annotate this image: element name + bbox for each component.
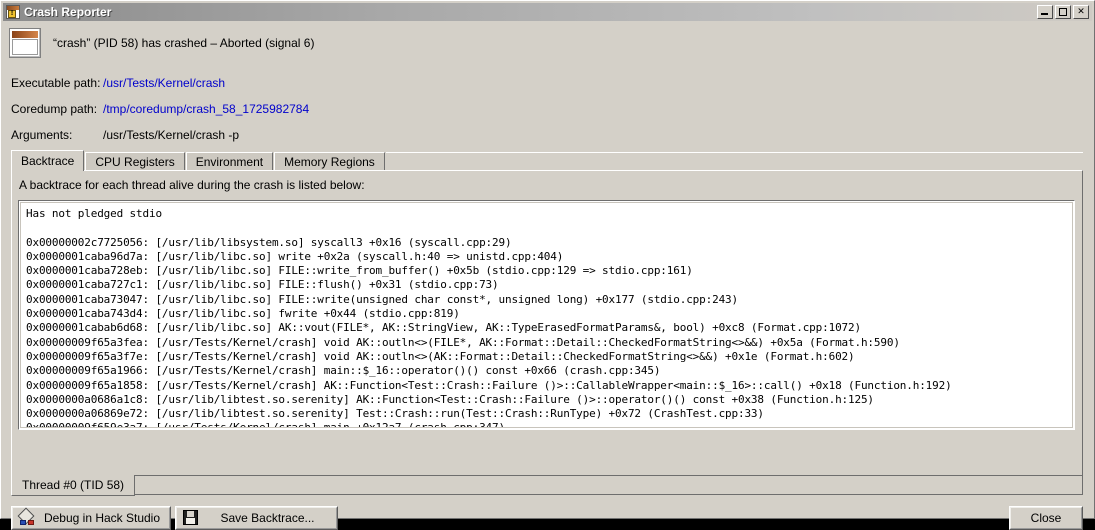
backtrace-tab-panel: A backtrace for each thread alive during… xyxy=(11,170,1083,476)
info-rows: Executable path: /usr/Tests/Kernel/crash… xyxy=(11,70,1071,148)
main-tab-bar: Backtrace CPU Registers Environment Memo… xyxy=(11,150,1083,171)
hack-studio-icon xyxy=(19,510,35,526)
tab-backtrace-label: Backtrace xyxy=(21,154,74,168)
backtrace-line: Has not pledged stdio xyxy=(26,207,1067,221)
thread-tab-0-label: Thread #0 (TID 58) xyxy=(22,478,124,492)
backtrace-line: 0x0000000a06869e72: [/usr/lib/libtest.so… xyxy=(26,407,1067,421)
close-icon: ✕ xyxy=(1074,6,1088,18)
crash-window-icon: ! xyxy=(6,5,20,19)
floppy-disk-icon xyxy=(183,510,199,526)
executable-path-value[interactable]: /usr/Tests/Kernel/crash xyxy=(103,76,225,90)
arguments-row: Arguments: /usr/Tests/Kernel/crash -p xyxy=(11,122,1071,148)
close-button[interactable]: Close xyxy=(1009,506,1083,530)
thread-tab-bar-filler xyxy=(135,475,1083,495)
backtrace-textbox[interactable]: Has not pledged stdio 0x00000002c7725056:… xyxy=(18,200,1075,430)
tab-backtrace[interactable]: Backtrace xyxy=(11,150,84,171)
backtrace-line: 0x0000000a0686a1c8: [/usr/lib/libtest.so… xyxy=(26,393,1067,407)
backtrace-line: 0x00000009f65a3fea: [/usr/Tests/Kernel/c… xyxy=(26,336,1067,350)
tab-environment[interactable]: Environment xyxy=(186,152,273,171)
close-button-label: Close xyxy=(1011,511,1081,525)
backtrace-line: 0x0000001caba73047: [/usr/lib/libc.so] F… xyxy=(26,293,1067,307)
backtrace-line: 0x0000001caba727c1: [/usr/lib/libc.so] F… xyxy=(26,278,1067,292)
window-controls: ✕ xyxy=(1037,5,1089,19)
crash-summary: “crash” (PID 58) has crashed – Aborted (… xyxy=(9,28,314,58)
save-backtrace-button[interactable]: Save Backtrace... xyxy=(175,506,338,530)
backtrace-line: 0x0000001caba743d4: [/usr/lib/libc.so] f… xyxy=(26,307,1067,321)
coredump-path-row: Coredump path: /tmp/coredump/crash_58_17… xyxy=(11,96,1071,122)
thread-tab-bar: Thread #0 (TID 58) xyxy=(11,475,1083,497)
debug-in-hack-studio-button[interactable]: Debug in Hack Studio xyxy=(11,506,171,530)
tab-environment-label: Environment xyxy=(196,155,263,169)
tab-memory-regions[interactable]: Memory Regions xyxy=(274,152,385,171)
backtrace-line: 0x00000009f659e3a7: [/usr/Tests/Kernel/c… xyxy=(26,421,1067,428)
maximize-button[interactable] xyxy=(1055,5,1071,19)
close-window-button[interactable]: ✕ xyxy=(1073,5,1089,19)
title-bar[interactable]: ! Crash Reporter ✕ xyxy=(3,3,1092,21)
backtrace-line: 0x0000001caba728eb: [/usr/lib/libc.so] F… xyxy=(26,264,1067,278)
backtrace-line: 0x0000001caba96d7a: [/usr/lib/libc.so] w… xyxy=(26,250,1067,264)
client-area: “crash” (PID 58) has crashed – Aborted (… xyxy=(3,22,1092,516)
save-backtrace-label: Save Backtrace... xyxy=(199,511,336,525)
tab-memory-regions-label: Memory Regions xyxy=(284,155,375,169)
debug-in-hack-studio-label: Debug in Hack Studio xyxy=(35,511,169,525)
backtrace-line: 0x00000002c7725056: [/usr/lib/libsystem.… xyxy=(26,236,1067,250)
tab-cpu-registers-label: CPU Registers xyxy=(95,155,174,169)
backtrace-line xyxy=(26,221,1067,235)
backtrace-line: 0x00000009f65a1858: [/usr/Tests/Kernel/c… xyxy=(26,379,1067,393)
window-title: Crash Reporter xyxy=(24,5,111,19)
panel-description: A backtrace for each thread alive during… xyxy=(19,178,365,192)
backtrace-line: 0x00000009f65a1966: [/usr/Tests/Kernel/c… xyxy=(26,364,1067,378)
arguments-value: /usr/Tests/Kernel/crash -p xyxy=(103,128,239,142)
arguments-label: Arguments: xyxy=(11,128,103,142)
crash-reporter-window: ! Crash Reporter ✕ “crash” (PID 58) has … xyxy=(0,0,1095,519)
coredump-path-label: Coredump path: xyxy=(11,102,103,116)
thread-tab-0[interactable]: Thread #0 (TID 58) xyxy=(11,475,135,496)
coredump-path-value[interactable]: /tmp/coredump/crash_58_1725982784 xyxy=(103,102,309,116)
backtrace-line: 0x0000001cabab6d68: [/usr/lib/libc.so] A… xyxy=(26,321,1067,335)
tab-bar-filler xyxy=(386,152,1083,171)
backtrace-line: 0x00000009f65a3f7e: [/usr/Tests/Kernel/c… xyxy=(26,350,1067,364)
crash-message: “crash” (PID 58) has crashed – Aborted (… xyxy=(53,36,314,50)
minimize-button[interactable] xyxy=(1037,5,1053,19)
executable-path-row: Executable path: /usr/Tests/Kernel/crash xyxy=(11,70,1071,96)
executable-path-label: Executable path: xyxy=(11,76,103,90)
backtrace-text-content[interactable]: Has not pledged stdio 0x00000002c7725056:… xyxy=(20,202,1073,428)
tab-cpu-registers[interactable]: CPU Registers xyxy=(85,152,184,171)
crashed-app-icon xyxy=(9,28,41,58)
